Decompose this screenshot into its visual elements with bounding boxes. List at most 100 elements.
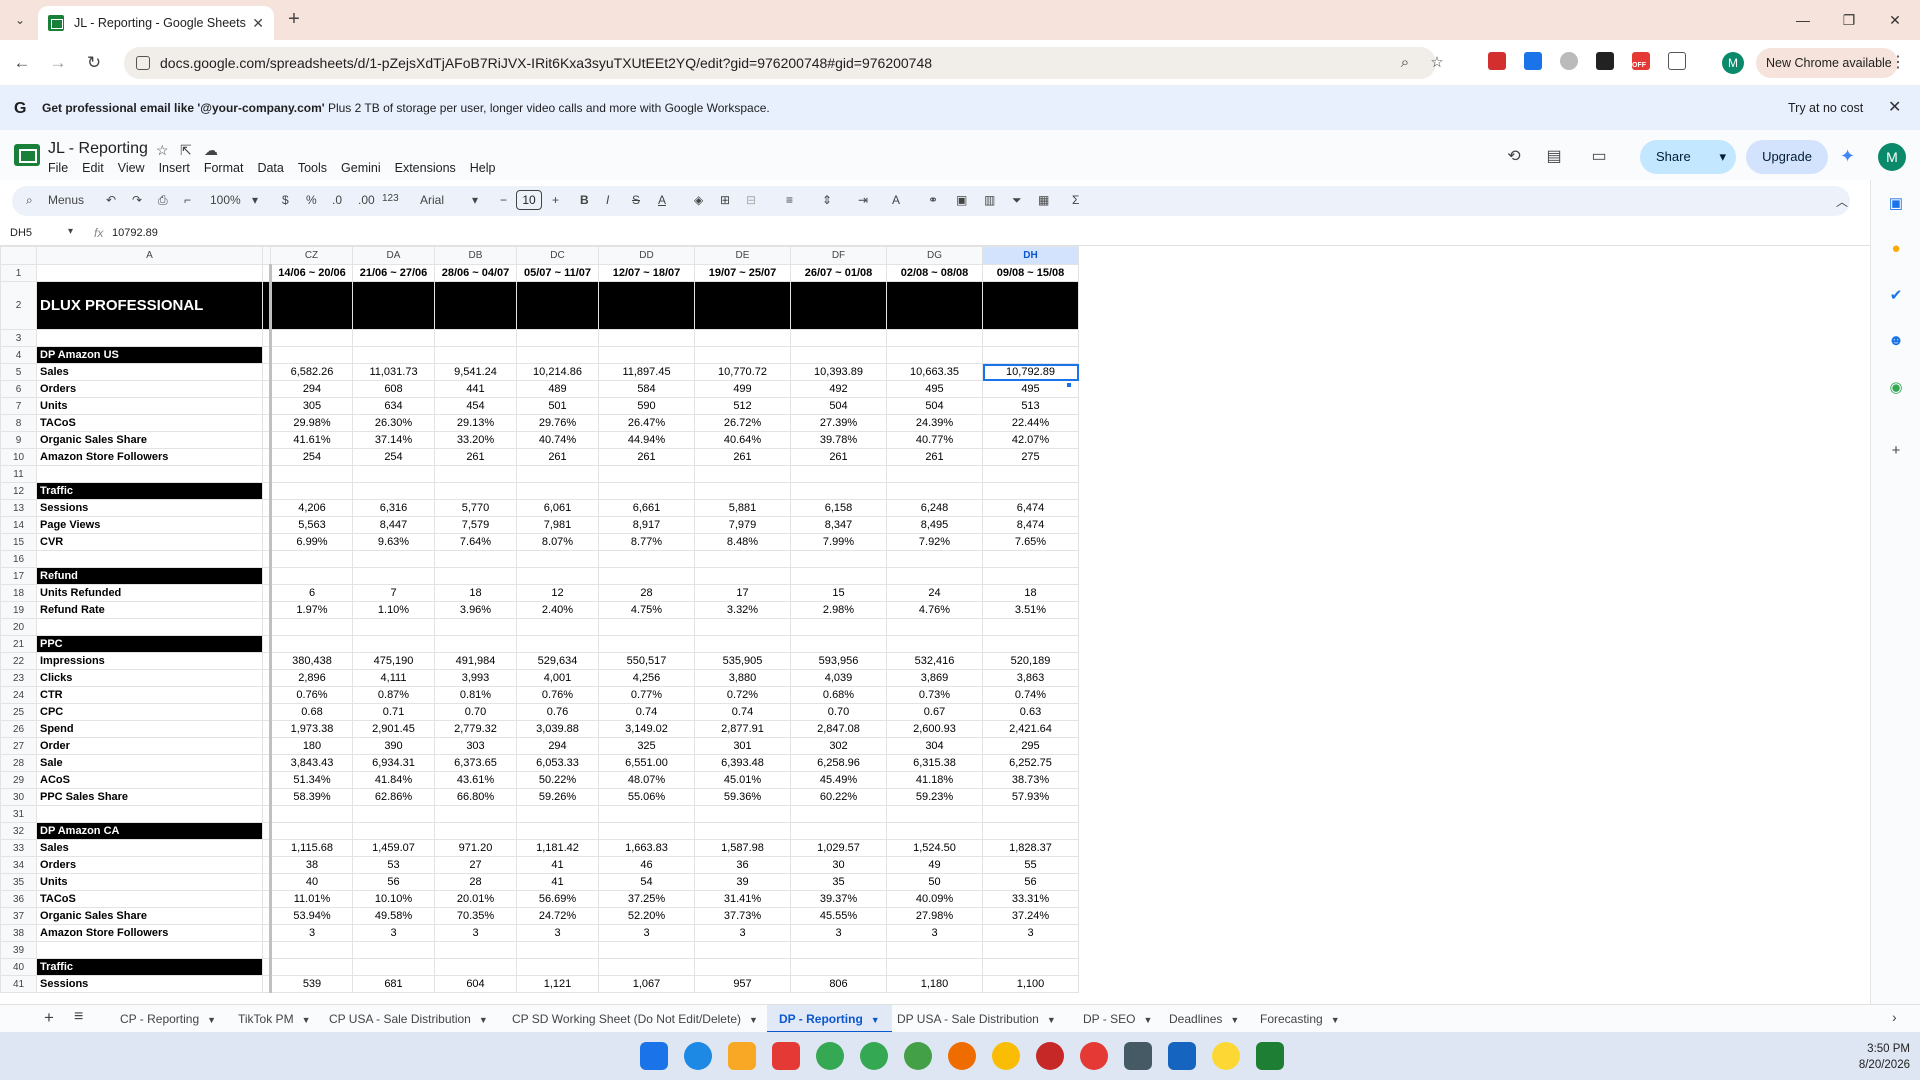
value-cell[interactable]: 275 <box>982 448 1079 466</box>
value-cell[interactable]: 27.98% <box>886 907 983 925</box>
metric-label[interactable]: Sessions <box>36 975 263 993</box>
empty-cell[interactable] <box>516 958 599 976</box>
value-cell[interactable]: 6,248 <box>886 499 983 517</box>
metric-label[interactable] <box>36 805 263 823</box>
value-cell[interactable]: 0.68 <box>270 703 353 721</box>
value-cell[interactable]: 26.47% <box>598 414 695 432</box>
value-cell[interactable]: 1,459.07 <box>352 839 435 857</box>
value-cell[interactable]: 2,421.64 <box>982 720 1079 738</box>
excel-icon[interactable] <box>1256 1042 1284 1070</box>
metric-label[interactable]: Sales <box>36 363 263 381</box>
tab-search-icon[interactable]: ⌄ <box>8 8 32 32</box>
value-cell[interactable]: 45.49% <box>790 771 887 789</box>
value-cell[interactable]: 539 <box>270 975 353 993</box>
empty-cell[interactable] <box>886 482 983 500</box>
tab-close-icon[interactable]: ✕ <box>252 15 264 32</box>
upgrade-button[interactable]: Upgrade <box>1746 140 1828 174</box>
empty-cell[interactable] <box>982 635 1079 653</box>
title-fill-cell[interactable] <box>790 281 887 330</box>
value-cell[interactable]: 60.22% <box>790 788 887 806</box>
value-cell[interactable]: 29.13% <box>434 414 517 432</box>
value-cell[interactable]: 304 <box>886 737 983 755</box>
empty-cell[interactable] <box>982 805 1079 823</box>
value-cell[interactable]: 2.98% <box>790 601 887 619</box>
empty-cell[interactable] <box>270 822 353 840</box>
row-number[interactable]: 30 <box>0 788 37 806</box>
sheet-tab-caret-icon[interactable]: ▼ <box>479 1015 488 1025</box>
value-cell[interactable]: 0.70 <box>790 703 887 721</box>
value-cell[interactable]: 45.01% <box>694 771 791 789</box>
empty-cell[interactable] <box>270 958 353 976</box>
meet-icon[interactable]: ▭ <box>1588 146 1610 168</box>
value-cell[interactable]: 535,905 <box>694 652 791 670</box>
row-number[interactable]: 41 <box>0 975 37 993</box>
value-cell[interactable]: 20.01% <box>434 890 517 908</box>
empty-cell[interactable] <box>434 822 517 840</box>
sheet-tab-caret-icon[interactable]: ▼ <box>302 1015 311 1025</box>
empty-cell[interactable] <box>982 465 1079 483</box>
value-cell[interactable]: 7.65% <box>982 533 1079 551</box>
value-cell[interactable]: 1,029.57 <box>790 839 887 857</box>
value-cell[interactable]: 0.67 <box>886 703 983 721</box>
menu-file[interactable]: File <box>48 161 68 175</box>
value-cell[interactable]: 29.98% <box>270 414 353 432</box>
zoom-icon[interactable]: ⌕ <box>1396 54 1414 72</box>
empty-cell[interactable] <box>694 941 791 959</box>
value-cell[interactable]: 4,256 <box>598 669 695 687</box>
insert-chart-icon[interactable]: ▥ <box>984 193 995 207</box>
get-addons-icon[interactable]: + <box>1886 442 1906 462</box>
metric-label[interactable] <box>36 550 263 568</box>
sheet-nav-icon[interactable]: › <box>1892 1009 1897 1025</box>
value-cell[interactable]: 8,495 <box>886 516 983 534</box>
value-cell[interactable]: 3,843.43 <box>270 754 353 772</box>
value-cell[interactable]: 3.96% <box>434 601 517 619</box>
column-header-db[interactable]: DB <box>434 246 517 265</box>
value-cell[interactable]: 55 <box>982 856 1079 874</box>
value-cell[interactable]: 11,897.45 <box>598 363 695 381</box>
empty-cell[interactable] <box>790 958 887 976</box>
value-cell[interactable]: 35 <box>790 873 887 891</box>
empty-cell[interactable] <box>516 465 599 483</box>
empty-cell[interactable] <box>598 550 695 568</box>
minimize-icon[interactable]: — <box>1780 6 1826 34</box>
contacts-icon[interactable]: ☻ <box>1886 332 1906 352</box>
value-cell[interactable]: 3 <box>434 924 517 942</box>
value-cell[interactable]: 4,001 <box>516 669 599 687</box>
empty-cell[interactable] <box>516 329 599 347</box>
value-cell[interactable]: 0.76% <box>270 686 353 704</box>
value-cell[interactable]: 62.86% <box>352 788 435 806</box>
value-cell[interactable]: 8.77% <box>598 533 695 551</box>
empty-cell[interactable] <box>694 550 791 568</box>
value-cell[interactable]: 529,634 <box>516 652 599 670</box>
empty-cell[interactable] <box>694 465 791 483</box>
value-cell[interactable]: 971.20 <box>434 839 517 857</box>
row-number[interactable]: 17 <box>0 567 37 585</box>
value-cell[interactable]: 24 <box>886 584 983 602</box>
metric-label[interactable]: Spend <box>36 720 263 738</box>
strikethrough-icon[interactable]: S <box>632 193 640 207</box>
value-cell[interactable]: 3.32% <box>694 601 791 619</box>
empty-cell[interactable] <box>790 346 887 364</box>
increase-font-size-icon[interactable]: + <box>552 193 559 207</box>
empty-cell[interactable] <box>352 958 435 976</box>
empty-cell[interactable] <box>434 635 517 653</box>
value-cell[interactable]: 49 <box>886 856 983 874</box>
value-cell[interactable]: 4,206 <box>270 499 353 517</box>
value-cell[interactable]: 550,517 <box>598 652 695 670</box>
value-cell[interactable]: 6,252.75 <box>982 754 1079 772</box>
value-cell[interactable]: 380,438 <box>270 652 353 670</box>
value-cell[interactable]: 532,416 <box>886 652 983 670</box>
value-cell[interactable]: 325 <box>598 737 695 755</box>
chrome-profile-4-icon[interactable] <box>948 1042 976 1070</box>
value-cell[interactable]: 0.73% <box>886 686 983 704</box>
address-bar[interactable]: docs.google.com/spreadsheets/d/1-pZejsXd… <box>124 47 1444 79</box>
banner-close-icon[interactable]: ✕ <box>1888 97 1901 117</box>
row-number[interactable]: 20 <box>0 618 37 636</box>
empty-cell[interactable] <box>270 482 353 500</box>
value-cell[interactable]: 3,869 <box>886 669 983 687</box>
value-cell[interactable]: 10,770.72 <box>694 363 791 381</box>
value-cell[interactable]: 520,189 <box>982 652 1079 670</box>
row-number[interactable]: 29 <box>0 771 37 789</box>
empty-cell[interactable] <box>270 329 353 347</box>
value-cell[interactable]: 6,582.26 <box>270 363 353 381</box>
